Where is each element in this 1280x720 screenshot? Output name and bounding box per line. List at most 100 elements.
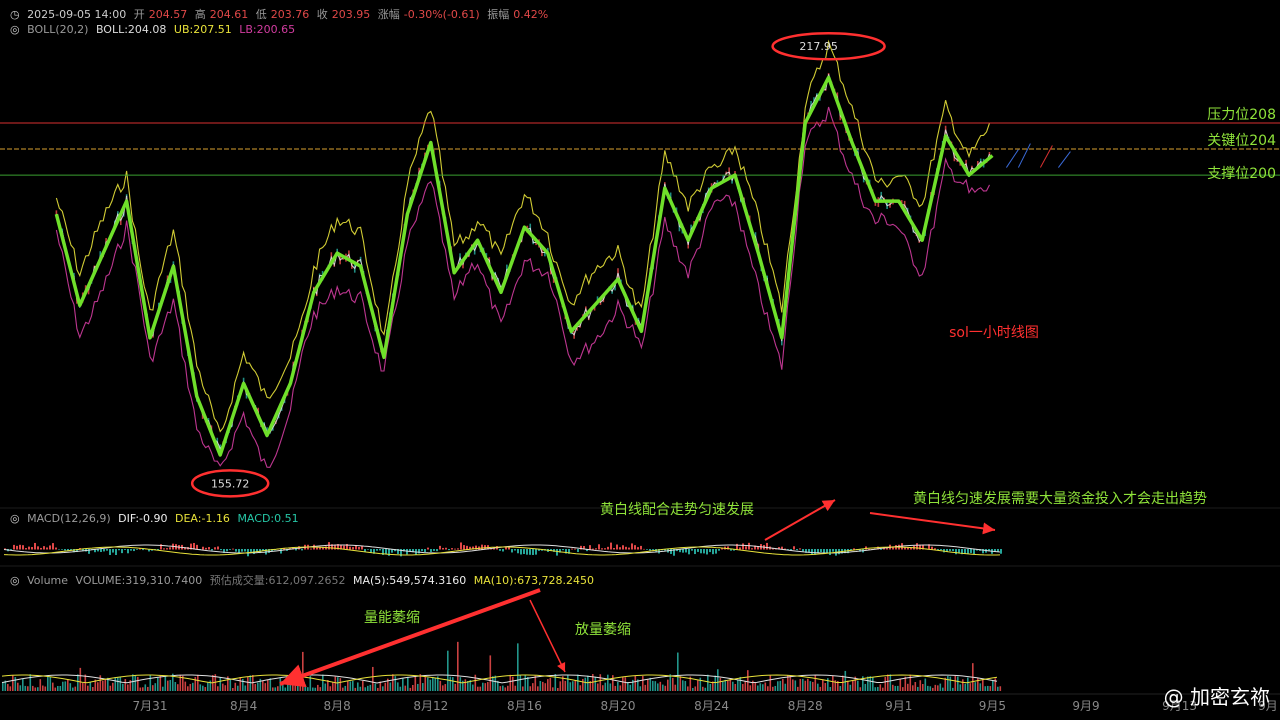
volume-bar (447, 650, 449, 691)
macd-bar (100, 549, 102, 553)
volume-bar (354, 687, 357, 691)
volume-bar (814, 675, 817, 691)
volume-bar (99, 675, 102, 691)
volume-bar (69, 683, 72, 691)
volume-bar (67, 679, 69, 691)
price-chart[interactable]: 压力位208 关键位204 支撑位200 217.95 155.72 sol一小时线图黄… (0, 0, 1280, 720)
volume-bar (492, 676, 494, 691)
macd-bar (376, 549, 378, 551)
volume-bar (514, 685, 517, 691)
volume-bar (692, 687, 694, 691)
volume-bar (942, 687, 944, 691)
volume-bar (874, 687, 877, 691)
macd-bar (448, 549, 450, 551)
macd-bar (58, 549, 60, 550)
macd-bar (433, 549, 435, 551)
volume-bar (307, 687, 309, 691)
macd-bar (571, 548, 573, 550)
volume-bar (719, 677, 722, 691)
volume-bar (422, 683, 424, 691)
macd-bar (40, 547, 42, 550)
volume-bar (232, 687, 234, 691)
volume-bar (234, 682, 237, 691)
volume-bar (542, 681, 544, 691)
volume-bar (732, 681, 734, 691)
macd-bar (37, 546, 39, 550)
macd-bar (826, 549, 828, 553)
annotation-arrow (279, 588, 541, 688)
volume-bar (222, 683, 224, 691)
volume-bar (817, 683, 819, 691)
volume-bar (319, 687, 322, 691)
volume-bar (332, 682, 334, 691)
volume-bar (7, 684, 9, 691)
volume-bar (624, 677, 627, 691)
volume-bar (159, 675, 162, 691)
watermark: @ 加密玄祢 (1163, 685, 1270, 709)
macd-bar (880, 549, 882, 550)
macd-bar (217, 546, 219, 550)
volume-bar (709, 683, 712, 691)
extreme-label: 155.72 (211, 477, 250, 490)
macd-bar (952, 549, 954, 552)
macd-bar (577, 549, 579, 553)
volume-bar (47, 676, 49, 691)
macd-bar (970, 549, 972, 553)
level-label: 支撑位200 (1207, 166, 1276, 182)
volume-bar (64, 681, 67, 691)
volume-bar (987, 685, 989, 691)
macd-bar (370, 549, 372, 553)
macd-bar (439, 545, 441, 550)
macd-bar (607, 546, 609, 550)
volume-bar (594, 676, 597, 691)
volume-bar (54, 687, 57, 691)
volume-bar (762, 684, 764, 691)
macd-bar (811, 549, 813, 554)
x-tick-label: 9月5 (979, 699, 1006, 713)
macd-bar (643, 548, 645, 550)
volume-bar (184, 681, 187, 691)
macd-bar (385, 549, 387, 555)
macd-bar (55, 547, 57, 550)
volume-bar (777, 681, 779, 691)
volume-bar (524, 675, 527, 691)
macd-bar (604, 548, 606, 550)
macd-bar (685, 549, 687, 553)
volume-bar (949, 676, 952, 691)
volume-bar (622, 676, 624, 691)
volume-bar (284, 687, 287, 691)
volume-bar (114, 677, 117, 691)
volume-bar (359, 686, 362, 691)
macd-bar (61, 549, 63, 550)
volume-bar (479, 686, 482, 691)
volume-bar (787, 675, 789, 691)
macd-bar (142, 549, 144, 551)
volume-bar (167, 680, 169, 691)
x-tick-label: 8月8 (324, 699, 351, 713)
volume-bar (819, 686, 822, 691)
volume-bar (992, 680, 994, 691)
volume-bar (82, 682, 84, 691)
volume-bar (759, 683, 762, 691)
volume-bar (494, 675, 497, 691)
macd-bar (226, 549, 228, 552)
volume-bar (24, 685, 27, 691)
volume-bar (657, 683, 659, 691)
projection-line (1005, 149, 1019, 168)
volume-bar (822, 679, 824, 691)
macd-bar (598, 544, 600, 550)
macd-bar (637, 547, 639, 550)
volume-bar (37, 687, 39, 691)
volume-bar (717, 669, 719, 691)
macd-bar (766, 542, 768, 550)
volume-bar (162, 686, 164, 691)
extreme-label: 217.95 (799, 40, 838, 53)
volume-bar (639, 686, 642, 691)
volume-bar (262, 680, 264, 691)
volume-bar (659, 681, 662, 691)
macd-bar (691, 549, 693, 551)
volume-bar (49, 676, 52, 691)
volume-bar (782, 678, 784, 691)
volume-bar (219, 677, 222, 691)
level-label: 关键位204 (1207, 133, 1276, 149)
